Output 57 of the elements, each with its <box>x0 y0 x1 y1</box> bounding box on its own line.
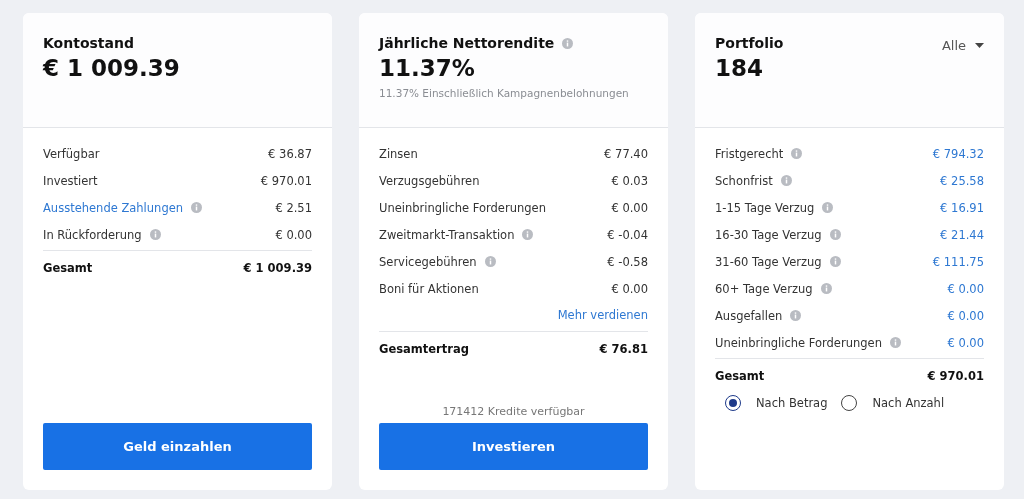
card-title: Jährliche Nettorendite <box>379 35 555 51</box>
radio-label[interactable]: Nach Anzahl <box>872 396 945 410</box>
row-label: Servicegebühren <box>379 254 477 269</box>
card-amount: € 1 009.39 <box>43 55 181 81</box>
row-label: Uneinbringliche Forderungen <box>715 335 882 350</box>
row-label: Schonfrist <box>715 173 773 188</box>
total-label: Gesamt <box>43 261 93 275</box>
row-label: Zweitmarkt-Transaktion <box>379 227 515 242</box>
total-value: € 1 009.39 <box>243 261 312 275</box>
row-label: Boni für Aktionen <box>379 281 479 296</box>
row-label: 31-60 Tage Verzug <box>715 254 822 269</box>
card-title: Portfolio <box>715 35 784 51</box>
caret-icon <box>975 43 984 48</box>
card-amount: 184 <box>715 55 764 81</box>
row-label: Verfügbar <box>43 146 100 161</box>
total-value: € 970.01 <box>927 369 984 383</box>
row-label: 16-30 Tage Verzug <box>715 227 822 242</box>
row-value: € -0.58 <box>607 254 648 269</box>
action-button[interactable]: Investieren <box>379 423 648 470</box>
row-value: € 0.00 <box>275 227 312 242</box>
credits-note: 171412 Kredite verfügbar <box>441 405 586 418</box>
row-label: Ausgefallen <box>715 308 783 323</box>
card-amount: 11.37% <box>379 55 476 81</box>
row-value: € 970.01 <box>260 173 312 188</box>
value-link[interactable]: € 25.58 <box>940 173 984 188</box>
row-label: Verzugsgebühren <box>379 173 480 188</box>
row-value: € 0.03 <box>611 173 648 188</box>
row-label: In Rückforderung <box>43 227 142 242</box>
row-label: Fristgerecht <box>715 146 784 161</box>
radio-label[interactable]: Nach Betrag <box>756 396 828 410</box>
value-link[interactable]: € 794.32 <box>932 146 984 161</box>
row-value: € 36.87 <box>268 146 312 161</box>
value-link[interactable]: € 111.75 <box>932 254 984 269</box>
more-link[interactable]: Mehr verdienen <box>557 302 648 329</box>
total-label: Gesamtertrag <box>379 342 469 356</box>
row-value: € 2.51 <box>275 200 312 215</box>
total-value: € 76.81 <box>599 342 648 356</box>
card-subtitle: 11.37% Einschließlich Kampagnenbelohnungen <box>379 87 630 99</box>
row-value: € -0.04 <box>607 227 648 242</box>
row-label: 60+ Tage Verzug <box>715 281 813 296</box>
row-label: Uneinbringliche Forderungen <box>379 200 546 215</box>
row-label: Zinsen <box>379 146 418 161</box>
value-link[interactable]: € 0.00 <box>947 308 984 323</box>
action-button[interactable]: Geld einzahlen <box>43 423 312 470</box>
row-link[interactable]: Ausstehende Zahlungen <box>43 200 184 215</box>
row-label: 1-15 Tage Verzug <box>715 200 815 215</box>
row-value: € 0.00 <box>611 281 648 296</box>
row-label: Investiert <box>43 173 98 188</box>
row-value: € 77.40 <box>604 146 648 161</box>
row-value: € 0.00 <box>611 200 648 215</box>
value-link[interactable]: € 16.91 <box>940 200 984 215</box>
filter-dropdown[interactable]: Alle <box>941 38 984 53</box>
total-label: Gesamt <box>715 369 765 383</box>
card-title: Kontostand <box>43 35 134 51</box>
value-link[interactable]: € 21.44 <box>940 227 984 242</box>
value-link[interactable]: € 0.00 <box>947 335 984 350</box>
value-link[interactable]: € 0.00 <box>947 281 984 296</box>
